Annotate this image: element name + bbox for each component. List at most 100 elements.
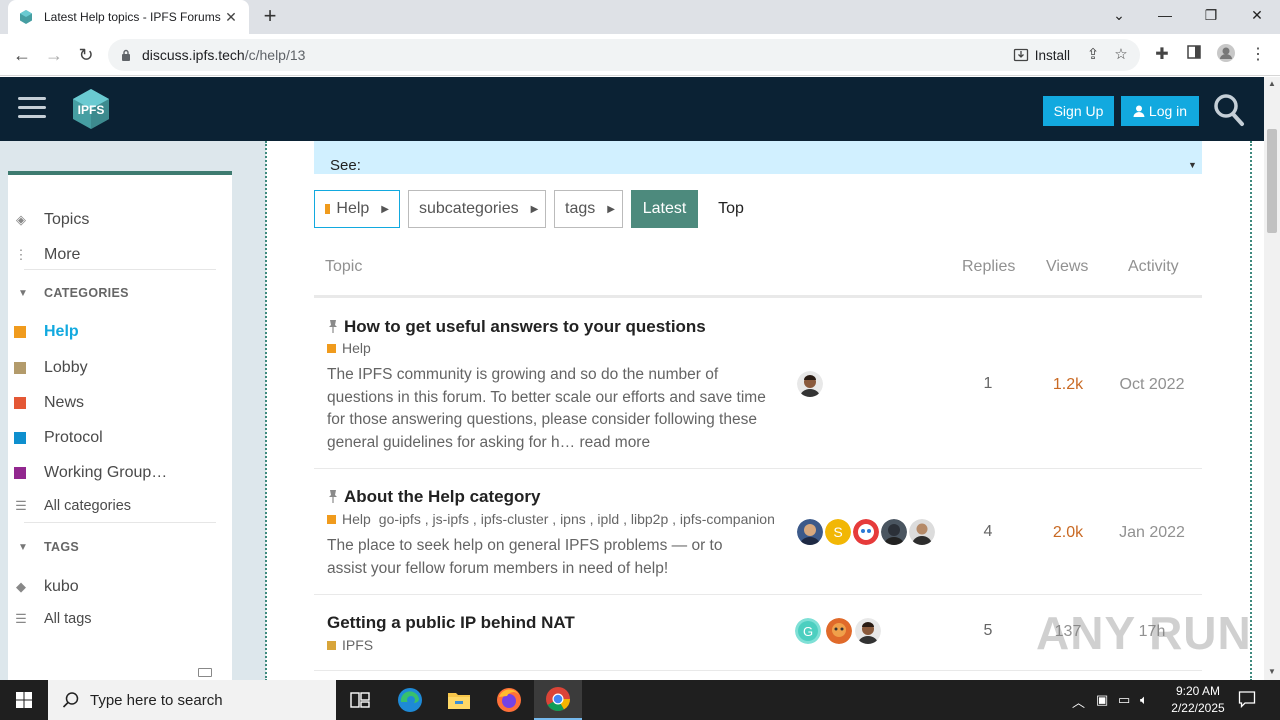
topic-title-link[interactable]: Getting a public IP behind NAT bbox=[327, 613, 575, 633]
chrome-icon[interactable] bbox=[534, 680, 582, 720]
subcategories-dropdown[interactable]: subcategories ▶ bbox=[408, 190, 546, 228]
category-badge-label: Help bbox=[342, 511, 371, 527]
column-header-replies[interactable]: Replies bbox=[962, 258, 1015, 276]
reload-button[interactable]: ↻ bbox=[74, 43, 98, 67]
taskbar-search-box[interactable]: Type here to search bbox=[48, 680, 336, 720]
sidebar-item-more[interactable]: ⋮ More bbox=[15, 243, 81, 267]
category-badge[interactable]: Help bbox=[327, 340, 371, 356]
forward-button[interactable]: → bbox=[42, 43, 66, 67]
task-view-icon[interactable] bbox=[336, 680, 384, 720]
scrollbar-thumb[interactable] bbox=[1267, 129, 1277, 233]
category-color-square bbox=[325, 204, 331, 214]
scroll-up-icon[interactable]: ▲ bbox=[1268, 79, 1276, 88]
url-text[interactable]: discuss.ipfs.tech/c/help/13 bbox=[142, 47, 1013, 63]
hamburger-menu-icon[interactable] bbox=[18, 97, 46, 119]
column-header-activity[interactable]: Activity bbox=[1128, 258, 1179, 276]
user-icon bbox=[1133, 105, 1145, 117]
replies-count: 5 bbox=[983, 622, 993, 639]
address-bar[interactable]: discuss.ipfs.tech/c/help/13 Install ⇪ ☆ bbox=[108, 39, 1140, 71]
sidebar-category-news[interactable]: News bbox=[14, 391, 84, 415]
category-badge[interactable]: Help go-ipfs , js-ipfs , ipfs-cluster , … bbox=[327, 511, 775, 527]
new-tab-button[interactable]: + bbox=[258, 4, 282, 28]
sidebar-item-topics[interactable]: ◈ Topics bbox=[16, 208, 89, 232]
scroll-down-icon[interactable]: ▼ bbox=[1268, 667, 1276, 676]
page-scrollbar[interactable]: ▲ ▼ bbox=[1264, 77, 1280, 680]
tab-latest[interactable]: Latest bbox=[631, 190, 698, 228]
category-color-square bbox=[327, 640, 336, 650]
sign-up-button[interactable]: Sign Up bbox=[1043, 96, 1114, 126]
tab-close-icon[interactable]: ✕ bbox=[223, 9, 239, 26]
edge-browser-icon[interactable] bbox=[386, 680, 434, 720]
bookmark-star-icon[interactable]: ☆ bbox=[1112, 46, 1130, 64]
topic-title-text: How to get useful answers to your questi… bbox=[344, 317, 706, 336]
device-icon[interactable]: ▣ bbox=[1096, 692, 1108, 708]
tab-top[interactable]: Top bbox=[708, 190, 754, 228]
sidebar-tag-kubo[interactable]: ◆ kubo bbox=[16, 575, 79, 599]
tags-section-toggle[interactable]: ▼ TAGS bbox=[18, 537, 79, 557]
sidebar-category-lobby[interactable]: Lobby bbox=[14, 356, 88, 380]
sidebar-all-categories[interactable]: ☰ All categories bbox=[15, 494, 131, 518]
category-color-square bbox=[14, 326, 26, 338]
avatar[interactable] bbox=[826, 618, 852, 644]
excerpt-line: The IPFS community is growing and so do … bbox=[327, 366, 719, 383]
column-header-views[interactable]: Views bbox=[1046, 258, 1088, 276]
show-hidden-icons-icon[interactable]: ︿ bbox=[1072, 692, 1085, 711]
topic-title-link[interactable]: How to get useful answers to your questi… bbox=[327, 317, 706, 337]
search-icon[interactable] bbox=[1213, 93, 1245, 127]
avatar[interactable] bbox=[797, 371, 823, 397]
category-banner: See: bbox=[314, 141, 1202, 174]
windows-start-icon[interactable] bbox=[0, 680, 48, 720]
side-panel-icon[interactable] bbox=[1182, 43, 1206, 67]
category-badge[interactable]: IPFS bbox=[327, 637, 373, 653]
taskbar-clock[interactable]: 9:20 AM 2/22/2025 bbox=[1160, 683, 1236, 717]
categories-section-toggle[interactable]: ▼ CATEGORIES bbox=[18, 283, 129, 303]
topic-title-link[interactable]: About the Help category bbox=[327, 487, 540, 507]
extensions-icon[interactable]: ✚ bbox=[1150, 43, 1174, 67]
log-in-button[interactable]: Log in bbox=[1121, 96, 1199, 126]
caret-right-icon: ▶ bbox=[381, 203, 389, 215]
sidebar-category-help[interactable]: Help bbox=[14, 320, 79, 344]
tags-dropdown[interactable]: tags ▶ bbox=[554, 190, 623, 228]
file-explorer-icon[interactable] bbox=[435, 680, 483, 720]
logo-text: IPFS bbox=[78, 103, 105, 117]
avatar[interactable]: S bbox=[825, 519, 851, 545]
url-path: /c/help/13 bbox=[244, 47, 306, 63]
topic-tags[interactable]: go-ipfs , js-ipfs , ipfs-cluster , ipns … bbox=[379, 511, 775, 527]
activity-date[interactable]: Oct 2022 bbox=[1107, 376, 1197, 394]
maximize-button[interactable]: ❐ bbox=[1188, 0, 1234, 30]
category-dropdown[interactable]: Help ▶ bbox=[314, 190, 400, 228]
avatar[interactable] bbox=[855, 618, 881, 644]
sidebar-all-tags[interactable]: ☰ All tags bbox=[15, 607, 91, 631]
install-app-button[interactable]: Install bbox=[1013, 47, 1070, 63]
notification-center-icon[interactable] bbox=[1238, 690, 1256, 708]
profile-avatar-icon[interactable] bbox=[1214, 43, 1238, 67]
excerpt-line[interactable]: general guidelines for asking for h… rea… bbox=[327, 432, 777, 455]
avatar[interactable]: G bbox=[795, 618, 821, 644]
sidebar-category-protocol[interactable]: Protocol bbox=[14, 426, 103, 450]
volume-icon[interactable]: 🔈︎ bbox=[1140, 692, 1148, 708]
browser-tab[interactable]: Latest Help topics - IPFS Forums ✕ bbox=[8, 0, 249, 34]
minimize-button[interactable]: — bbox=[1142, 0, 1188, 30]
chrome-menu-icon[interactable]: ⋮ bbox=[1246, 43, 1270, 67]
layers-icon: ◈ bbox=[16, 212, 26, 227]
tab-search-icon[interactable]: ⌄ bbox=[1096, 0, 1142, 30]
close-window-button[interactable]: ✕ bbox=[1234, 0, 1280, 30]
avatar[interactable] bbox=[797, 519, 823, 545]
avatar[interactable] bbox=[853, 519, 879, 545]
taskbar-search-placeholder: Type here to search bbox=[90, 691, 223, 709]
network-icon[interactable]: ▭ bbox=[1118, 692, 1130, 708]
sidebar-item-label: Working Group… bbox=[44, 464, 168, 481]
category-color-square bbox=[14, 467, 26, 479]
excerpt-line: assist your fellow forum members in need… bbox=[327, 559, 669, 577]
banner-scroll-down-icon[interactable]: ▼ bbox=[1188, 160, 1197, 170]
share-icon[interactable]: ⇪ bbox=[1084, 46, 1102, 64]
ipfs-logo[interactable]: IPFS bbox=[70, 87, 112, 131]
category-badge-label: IPFS bbox=[342, 637, 374, 653]
keyboard-shortcuts-icon[interactable] bbox=[198, 668, 212, 677]
sidebar-category-working-groups[interactable]: Working Group… bbox=[14, 461, 168, 485]
back-button[interactable]: ← bbox=[10, 43, 34, 67]
activity-date[interactable]: Jan 2022 bbox=[1107, 524, 1197, 542]
avatar[interactable] bbox=[881, 519, 907, 545]
firefox-icon[interactable] bbox=[485, 680, 533, 720]
avatar[interactable] bbox=[909, 519, 935, 545]
